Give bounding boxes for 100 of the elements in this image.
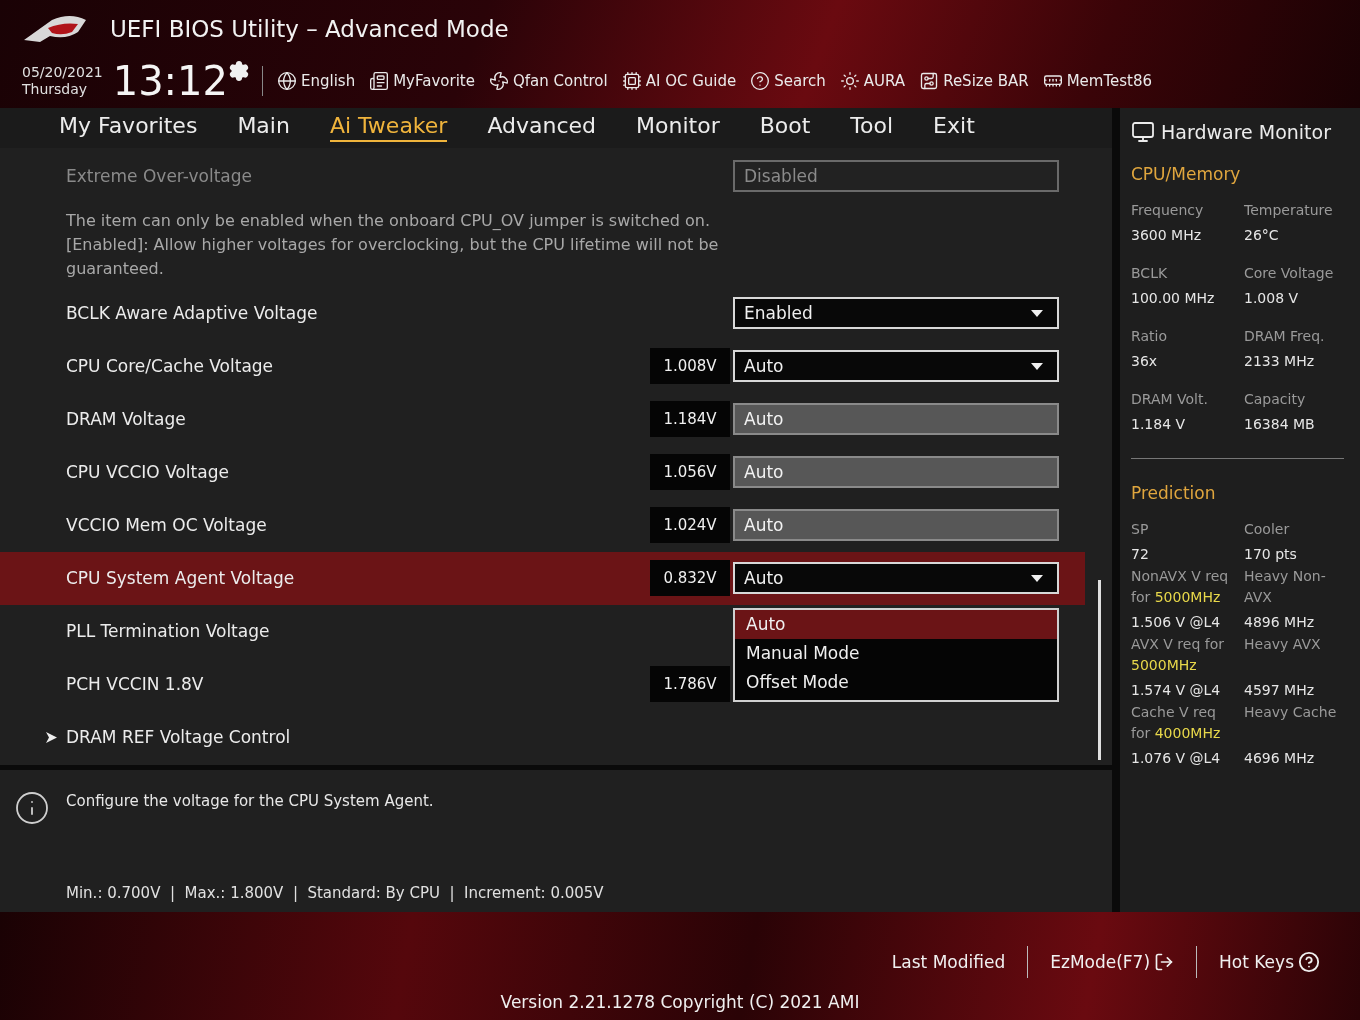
monitor-label: Core Voltage <box>1244 264 1335 283</box>
monitor-value: 4696 MHz <box>1244 750 1316 766</box>
panel-title: Hardware Monitor <box>1161 121 1331 143</box>
monitor-label: Capacity <box>1244 390 1307 409</box>
select-field[interactable]: Auto <box>733 350 1059 383</box>
list-icon <box>369 71 390 91</box>
field-value: Auto <box>744 409 784 430</box>
monitor-icon <box>1131 120 1155 144</box>
toolbar-button[interactable]: English <box>277 71 356 91</box>
settings-icon[interactable] <box>228 60 250 82</box>
monitor-value: 1.076 V @L4 <box>1131 750 1222 766</box>
setting-label: DRAM REF Voltage Control <box>66 727 291 748</box>
menu-tab[interactable]: Main <box>237 113 290 143</box>
monitor-value: 72 <box>1131 546 1150 562</box>
select-value: Enabled <box>744 303 813 324</box>
monitor-value: 1.506 V @L4 <box>1131 614 1222 630</box>
monitor-value: 170 pts <box>1244 546 1298 562</box>
monitor-value: 4896 MHz <box>1244 614 1316 630</box>
monitor-value: 100.00 MHz <box>1131 290 1216 306</box>
monitor-label: Frequency <box>1131 201 1205 220</box>
hot-keys-button[interactable]: Hot Keys <box>1197 951 1342 973</box>
monitor-value: 1.008 V <box>1244 290 1300 306</box>
input-field[interactable]: Auto <box>733 456 1059 489</box>
field-value: Auto <box>744 462 784 483</box>
toolbar-button[interactable]: Search <box>750 71 826 91</box>
monitor-value: 36x <box>1131 353 1159 369</box>
setting-label: CPU VCCIO Voltage <box>66 462 229 483</box>
monitor-value: 1.574 V @L4 <box>1131 682 1222 698</box>
monitor-value: 1.184 V <box>1131 416 1187 432</box>
sun-icon <box>839 71 860 91</box>
monitor-value: 3600 MHz <box>1131 227 1203 243</box>
ezmode-button[interactable]: EzMode(F7) <box>1028 952 1197 972</box>
section-title: CPU/Memory <box>1131 164 1242 184</box>
toolbar-button[interactable]: MemTest86 <box>1042 71 1153 91</box>
caret-icon <box>1031 309 1043 317</box>
monitor-label: Cache V req for 4000MHz <box>1131 703 1222 743</box>
chip-icon <box>621 71 642 91</box>
voltage-reading: 1.056V <box>650 454 730 491</box>
monitor-label: Ratio <box>1131 327 1168 346</box>
dropdown-option[interactable]: Manual Mode <box>735 638 1057 668</box>
menu-tab[interactable]: Exit <box>933 113 975 143</box>
menu-tab[interactable]: My Favorites <box>59 113 198 143</box>
note-text: [Enabled]: Allow higher voltages for overclocking, but the CPU lifetime will not be guaranteed. <box>66 233 720 280</box>
last-modified-button[interactable]: Last Modified <box>869 952 1028 972</box>
arrow-icon <box>46 731 57 743</box>
input-field[interactable]: Auto <box>733 403 1059 436</box>
setting-label: PCH VCCIN 1.8V <box>66 674 204 695</box>
monitor-label: Heavy Cache <box>1244 703 1338 722</box>
setting-label: CPU Core/Cache Voltage <box>66 356 274 377</box>
monitor-value: 16384 MB <box>1244 416 1316 432</box>
toolbar-button[interactable]: AURA <box>839 71 906 91</box>
monitor-label: Heavy AVX <box>1244 635 1322 654</box>
menu-tab[interactable]: Advanced <box>487 113 597 143</box>
voltage-reading: 1.184V <box>650 401 730 438</box>
help-icon <box>1298 951 1320 973</box>
setting-label: VCCIO Mem OC Voltage <box>66 515 267 536</box>
exit-icon <box>1154 952 1175 972</box>
toolbar-button[interactable]: MyFavorite <box>369 71 475 91</box>
select-field[interactable]: Enabled <box>733 297 1059 330</box>
section-title: Prediction <box>1131 483 1217 503</box>
input-field[interactable]: Auto <box>733 509 1059 542</box>
setting-label: Extreme Over-voltage <box>66 166 252 187</box>
dropdown-option[interactable]: Auto <box>735 609 1057 639</box>
toolbar-button[interactable]: ReSize BAR <box>919 71 1029 91</box>
monitor-label: BCLK <box>1131 264 1169 283</box>
setting-label: DRAM Voltage <box>66 409 186 430</box>
logo-icon <box>22 14 88 44</box>
dropdown-option[interactable]: Offset Mode <box>735 667 1057 697</box>
voltage-specs: Min.: 0.700V | Max.: 1.800V | Standard: By CPU | Increment: 0.005V <box>65 884 605 902</box>
menu-tab[interactable]: Ai Tweaker <box>329 113 448 143</box>
help-icon <box>750 71 771 91</box>
toolbar-button[interactable]: Qfan Control <box>488 71 608 91</box>
highlight-row[interactable]: CPU System Agent Voltage 0.832V Auto <box>0 551 1085 605</box>
voltage-reading: 1.008V <box>650 348 730 385</box>
info-icon <box>14 790 50 827</box>
day-text: Thursday <box>22 81 89 98</box>
voltage-reading: 1.786V <box>650 666 730 703</box>
menu-tab[interactable]: Tool <box>850 113 894 143</box>
date-text: 05/20/2021 <box>22 64 103 81</box>
voltage-reading: 0.832V <box>650 560 730 597</box>
menu-tab[interactable]: Boot <box>759 113 811 143</box>
setting-label: BCLK Aware Adaptive Voltage <box>66 303 318 324</box>
field-value: Auto <box>744 515 784 536</box>
select-field[interactable]: Auto <box>733 562 1059 595</box>
select-value: Auto <box>744 356 784 377</box>
monitor-label: NonAVX V req for 5000MHz <box>1131 567 1230 607</box>
globe-icon <box>277 71 297 91</box>
help-text: Configure the voltage for the CPU System Agent. <box>66 792 434 811</box>
voltage-reading: 1.024V <box>650 507 730 544</box>
monitor-value: 2133 MHz <box>1244 353 1316 369</box>
setting-label: CPU System Agent Voltage <box>66 568 295 589</box>
caret-icon <box>1031 574 1043 582</box>
monitor-label: SP <box>1131 520 1150 539</box>
monitor-value: 26°C <box>1244 227 1280 243</box>
circuit-board-icon <box>919 71 940 91</box>
select-value: Disabled <box>744 166 818 187</box>
menu-tab[interactable]: Monitor <box>636 113 720 143</box>
toolbar-button[interactable]: AI OC Guide <box>621 71 737 91</box>
note-text: The item can only be enabled when the onboard CPU_OV jumper is switched on. <box>66 209 711 232</box>
version-text: Version 2.21.1278 Copyright (C) 2021 AMI <box>500 992 860 1012</box>
